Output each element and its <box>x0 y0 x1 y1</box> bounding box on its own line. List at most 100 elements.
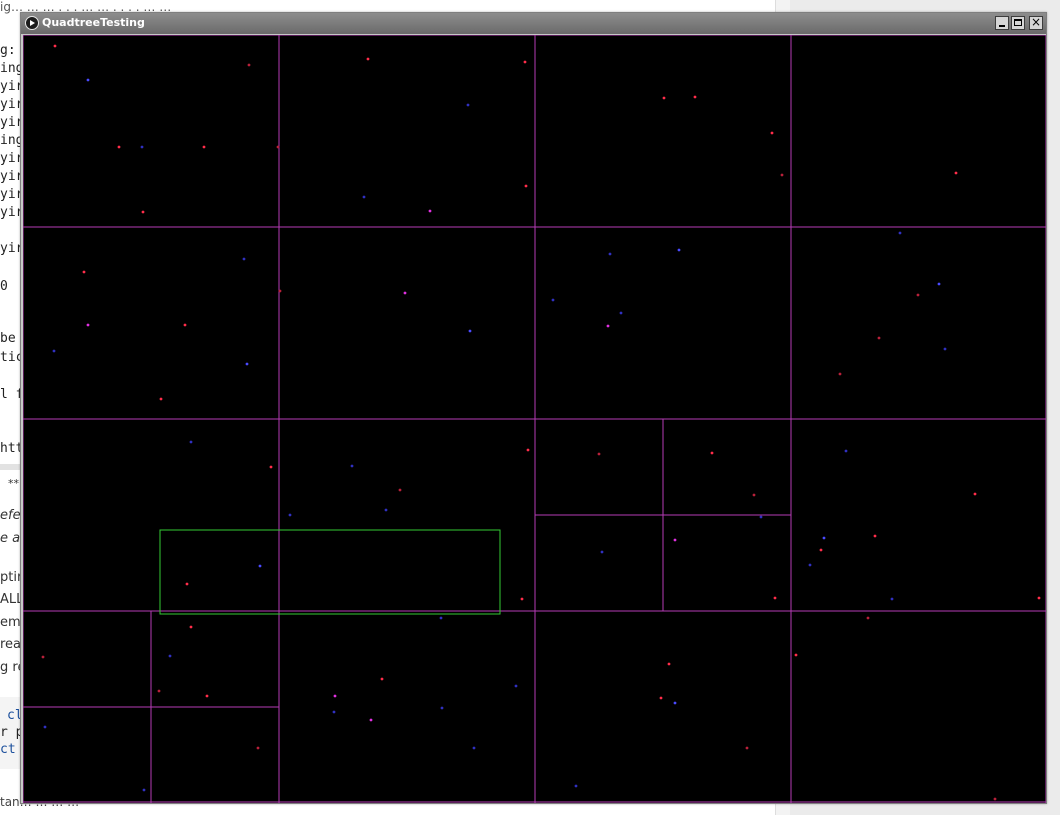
data-point <box>844 449 848 453</box>
data-point <box>659 696 663 700</box>
data-point <box>619 311 623 315</box>
data-point <box>520 597 524 601</box>
data-point <box>780 173 784 177</box>
data-point <box>472 746 476 750</box>
data-point <box>350 464 354 468</box>
data-point <box>794 653 798 657</box>
data-point <box>673 701 677 705</box>
data-point <box>140 145 144 149</box>
data-point <box>384 508 388 512</box>
data-point <box>873 534 877 538</box>
doc-fragment: em <box>0 615 21 630</box>
data-point <box>258 564 262 568</box>
data-point <box>183 323 187 327</box>
window-title: QuadtreeTesting <box>42 16 145 29</box>
data-point <box>362 195 366 199</box>
data-point <box>247 63 251 67</box>
data-point <box>82 270 86 274</box>
data-point <box>667 662 671 666</box>
data-point <box>369 718 373 722</box>
data-point <box>1037 596 1041 600</box>
close-icon: × <box>1030 15 1042 29</box>
data-point <box>205 694 209 698</box>
data-point <box>526 448 530 452</box>
data-point <box>288 513 292 517</box>
data-point <box>380 677 384 681</box>
data-point <box>141 210 145 214</box>
data-point <box>822 536 826 540</box>
data-point <box>52 349 56 353</box>
data-point <box>523 60 527 64</box>
data-point <box>439 616 443 620</box>
data-point <box>245 362 249 366</box>
maximize-icon <box>1014 19 1022 26</box>
data-point <box>600 550 604 554</box>
data-point <box>752 493 756 497</box>
data-point <box>189 440 193 444</box>
minimize-button[interactable] <box>995 16 1009 30</box>
data-point <box>993 797 997 801</box>
quadtree-window[interactable]: QuadtreeTesting × <box>20 12 1047 804</box>
data-point <box>890 597 894 601</box>
data-point <box>808 563 812 567</box>
sketch-canvas[interactable] <box>23 35 1046 803</box>
app-play-icon[interactable] <box>25 16 39 30</box>
data-point <box>276 145 280 149</box>
data-point <box>819 548 823 552</box>
data-point <box>189 625 193 629</box>
data-point <box>157 689 161 693</box>
data-point <box>745 746 749 750</box>
editor-separator <box>0 464 22 470</box>
data-point <box>159 397 163 401</box>
data-point <box>168 654 172 658</box>
data-point <box>466 103 470 107</box>
data-point <box>403 291 407 295</box>
code-block-fragment: ct <box>0 742 16 757</box>
data-point <box>366 57 370 61</box>
data-point <box>41 655 45 659</box>
data-point <box>677 248 681 252</box>
data-point <box>428 209 432 213</box>
doc-fragment: rea <box>0 637 22 652</box>
data-point <box>278 289 282 293</box>
data-point <box>202 145 206 149</box>
data-point <box>597 452 601 456</box>
data-point <box>440 706 444 710</box>
maximize-button[interactable] <box>1011 16 1025 30</box>
data-point <box>662 96 666 100</box>
data-point <box>937 282 941 286</box>
data-point <box>269 465 273 469</box>
doc-fragment: e a <box>0 531 21 546</box>
data-point <box>43 725 47 729</box>
close-button[interactable]: × <box>1029 15 1043 30</box>
data-point <box>838 372 842 376</box>
data-point <box>514 684 518 688</box>
data-point <box>524 184 528 188</box>
data-point <box>574 784 578 788</box>
data-point <box>86 323 90 327</box>
data-point <box>693 95 697 99</box>
data-point <box>770 131 774 135</box>
data-point <box>256 746 260 750</box>
data-point <box>608 252 612 256</box>
data-point <box>606 324 610 328</box>
data-point <box>333 694 337 698</box>
data-point <box>398 488 402 492</box>
minimize-icon <box>999 25 1005 27</box>
data-point <box>710 451 714 455</box>
data-point <box>242 257 246 261</box>
query-range-box <box>159 529 501 615</box>
data-point <box>185 582 189 586</box>
data-point <box>877 336 881 340</box>
data-point <box>117 145 121 149</box>
data-point <box>86 78 90 82</box>
data-point <box>773 596 777 600</box>
data-point <box>943 347 947 351</box>
data-point <box>551 298 555 302</box>
doc-fragment: ptir <box>0 570 23 585</box>
code-fragment: 0 <box>0 279 8 294</box>
quadtree-drawing <box>23 35 1046 803</box>
window-titlebar[interactable]: QuadtreeTesting × <box>21 13 1046 34</box>
data-point <box>866 616 870 620</box>
code-fragment: g: <box>0 43 16 58</box>
